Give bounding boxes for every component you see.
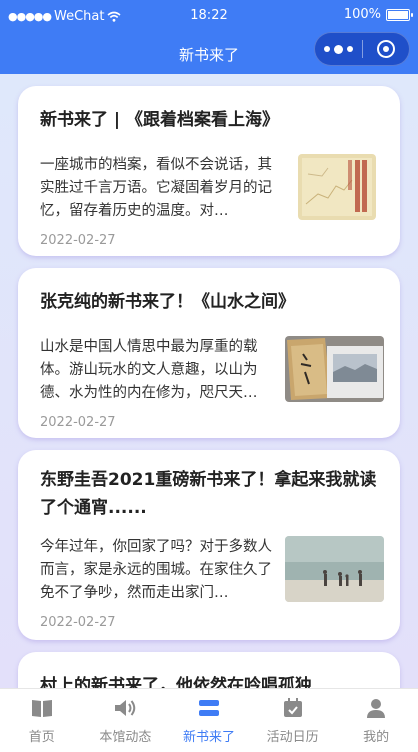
more-icon[interactable] [315,44,362,54]
tab-new-books[interactable]: 新书来了 [167,689,251,752]
article-date: 2022-02-27 [40,415,116,430]
close-miniprogram-icon[interactable] [362,40,409,58]
tab-label: 新书来了 [182,730,235,745]
article-card[interactable]: 东野圭吾2021重磅新书来了！拿起来我就读了个通宵...... 今年过年，你回家… [18,450,400,640]
article-body: 今年过年，你回家了吗？对于多数人而言，家是永远的围城。在家住久了免不了争吵，然而… [40,536,384,605]
book-stack-icon [198,695,220,721]
article-card[interactable]: 村上的新书来了，他依然在吟唱孤独 [18,652,400,688]
article-summary: 一座城市的档案，看似不会说话，其实胜过千言万语。它凝固着岁月的记忆，留存着历史的… [40,157,272,219]
nav-bar: 新书来了 [0,32,418,74]
article-date: 2022-02-27 [40,233,116,248]
article-title: 张克纯的新书来了！《山水之间》 [40,292,295,312]
article-date: 2022-02-27 [40,615,116,630]
battery-percent: 100% [343,7,381,22]
user-icon [365,695,387,721]
article-card[interactable]: 张克纯的新书来了！《山水之间》 山水是中国人情思中最为厚重的载体。游山玩水的文人… [18,268,400,438]
tab-home[interactable]: 首页 [0,689,84,752]
article-card[interactable]: 新书来了 | 《跟着档案看上海》 一座城市的档案，看似不会说话，其实胜过千言万语… [18,86,400,256]
book-cover-image [285,536,384,602]
tab-label: 首页 [28,730,55,745]
article-summary: 山水是中国人情思中最为厚重的载体。游山玩水的文人意趣，以山为德、水为性的内在修为… [40,339,258,401]
book-cover-image [285,336,384,402]
tab-label: 活动日历 [266,730,319,745]
article-summary: 今年过年，你回家了吗？对于多数人而言，家是永远的围城。在家住久了免不了争吵，然而… [40,539,272,601]
battery-icon [386,8,413,21]
article-body: 山水是中国人情思中最为厚重的载体。游山玩水的文人意趣，以山为德、水为性的内在修为… [40,336,384,405]
tab-event-calendar[interactable]: 活动日历 [251,689,335,752]
tab-profile[interactable]: 我的 [334,689,418,752]
speaker-icon [113,695,137,721]
book-icon [31,695,53,721]
article-list[interactable]: 新书来了 | 《跟着档案看上海》 一座城市的档案，看似不会说话，其实胜过千言万语… [0,74,418,688]
book-cover-image [298,154,376,220]
article-title: 新书来了 | 《跟着档案看上海》 [40,110,280,130]
article-title: 村上的新书来了，他依然在吟唱孤独 [40,676,312,688]
calendar-icon [282,695,304,721]
article-body: 一座城市的档案，看似不会说话，其实胜过千言万语。它凝固着岁月的记忆，留存着历史的… [40,154,378,223]
tab-label: 本馆动态 [99,730,152,745]
battery-area: 100% [343,7,413,22]
bottom-tab-bar: 首页 本馆动态 新书来了 活动日历 我的 [0,688,418,752]
tab-library-news[interactable]: 本馆动态 [84,689,168,752]
miniprogram-capsule [314,32,410,66]
tab-label: 我的 [363,730,390,745]
status-bar: ●●●●● WeChat 18:22 100% [0,0,418,32]
article-title: 东野圭吾2021重磅新书来了！拿起来我就读了个通宵...... [40,470,377,518]
